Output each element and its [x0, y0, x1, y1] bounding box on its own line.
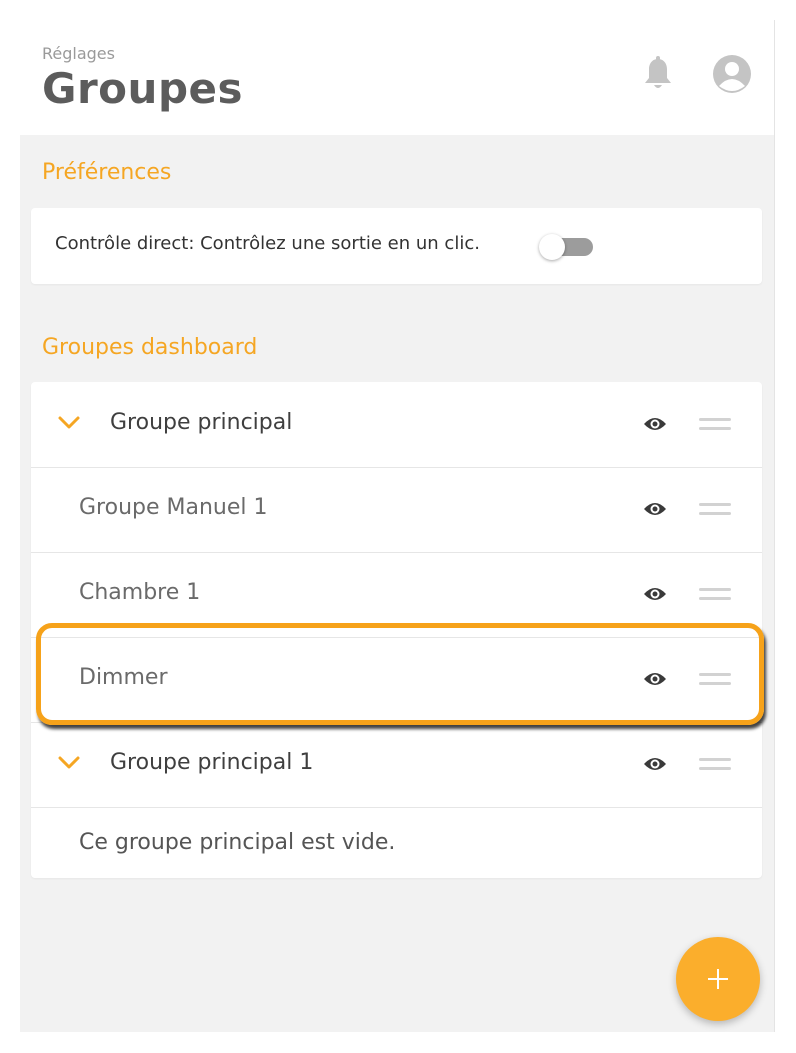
group-label: Groupe principal 1: [110, 750, 314, 775]
page-subtitle: Réglages: [42, 44, 115, 63]
bell-icon[interactable]: [642, 56, 674, 92]
direct-control-toggle[interactable]: [539, 234, 593, 260]
group-row-groupe-principal[interactable]: Groupe principal: [31, 382, 762, 468]
drag-handle-icon[interactable]: [699, 757, 731, 771]
drag-handle-icon[interactable]: [699, 417, 731, 431]
preferences-section-title: Préférences: [42, 160, 172, 185]
toggle-knob: [539, 234, 565, 260]
direct-control-label: Contrôle direct: Contrôlez une sortie en…: [55, 233, 480, 254]
group-label: Groupe Manuel 1: [79, 495, 268, 520]
dashboard-section-title: Groupes dashboard: [42, 335, 258, 360]
empty-group-message: Ce groupe principal est vide.: [79, 830, 396, 855]
page-header: Réglages Groupes: [20, 20, 774, 135]
eye-icon[interactable]: [643, 585, 667, 603]
drag-handle-icon[interactable]: [699, 587, 731, 601]
eye-icon[interactable]: [643, 415, 667, 433]
group-label: Groupe principal: [110, 410, 293, 435]
plus-icon: [708, 969, 728, 989]
group-label: Chambre 1: [79, 580, 201, 605]
group-row-groupe-principal-1[interactable]: Groupe principal 1: [31, 722, 762, 808]
eye-icon[interactable]: [643, 755, 667, 773]
chevron-down-icon[interactable]: [57, 412, 81, 432]
preferences-card: Contrôle direct: Contrôlez une sortie en…: [31, 208, 762, 284]
page-title: Groupes: [42, 64, 243, 113]
dimmer-row-highlight: [36, 623, 764, 725]
avatar-icon[interactable]: [712, 54, 752, 94]
group-row-groupe-manuel-1[interactable]: Groupe Manuel 1: [31, 467, 762, 553]
eye-icon[interactable]: [643, 500, 667, 518]
app-screen: Réglages Groupes Préférences Contrôle di…: [20, 20, 775, 1032]
chevron-down-icon[interactable]: [57, 752, 81, 772]
drag-handle-icon[interactable]: [699, 502, 731, 516]
add-group-button[interactable]: [676, 937, 760, 1021]
